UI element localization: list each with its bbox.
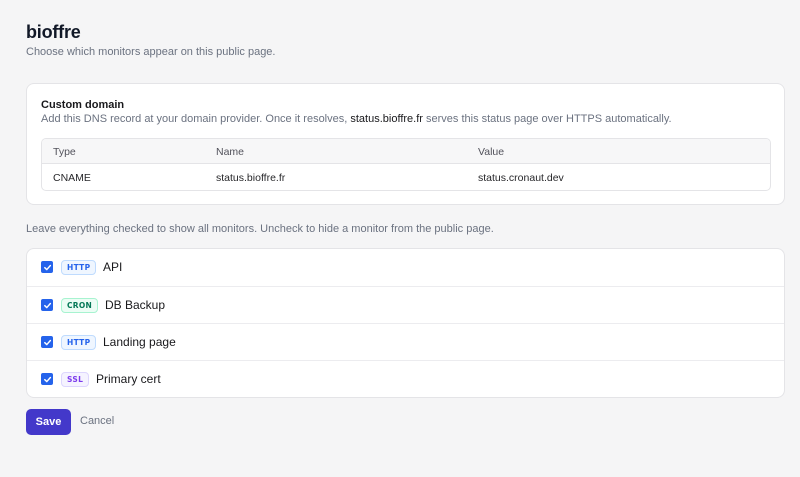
save-button[interactable]: Save: [26, 409, 71, 435]
monitor-type-badge: HTTP: [61, 335, 97, 350]
dns-header-value: Value: [478, 146, 505, 158]
monitor-list: HTTP API CRON DB Backup HTTP Landing pag…: [26, 248, 785, 398]
monitor-checkbox-landing-page[interactable]: [41, 336, 53, 348]
monitor-row-primary-cert[interactable]: SSL Primary cert: [27, 360, 784, 397]
monitor-name: DB Backup: [105, 298, 166, 312]
monitor-name: Primary cert: [96, 372, 161, 386]
custom-domain-description: Add this DNS record at your domain provi…: [41, 113, 672, 125]
dns-record-name: status.bioffre.fr: [216, 172, 286, 184]
page-subtitle: Choose which monitors appear on this pub…: [26, 46, 276, 58]
dns-table-row: CNAME status.bioffre.fr status.cronaut.d…: [42, 164, 770, 190]
cancel-button[interactable]: Cancel: [80, 415, 114, 427]
custom-domain-hostname: status.bioffre.fr: [350, 113, 423, 125]
monitor-type-badge: CRON: [61, 298, 99, 313]
monitor-name: Landing page: [103, 335, 176, 349]
checkmark-icon: [43, 264, 51, 270]
monitor-row-landing-page[interactable]: HTTP Landing page: [27, 323, 784, 360]
dns-header-name: Name: [216, 146, 245, 158]
checkmark-icon: [43, 376, 51, 382]
dns-header-type: Type: [53, 146, 76, 158]
monitor-checkbox-db-backup[interactable]: [41, 299, 53, 311]
monitor-type-badge: HTTP: [61, 260, 97, 275]
custom-domain-desc-before: Add this DNS record at your domain provi…: [41, 113, 348, 125]
monitor-checkbox-primary-cert[interactable]: [41, 373, 53, 385]
monitor-name: API: [103, 260, 123, 274]
page-title: bioffre: [26, 22, 81, 42]
monitors-hint: Leave everything checked to show all mon…: [26, 223, 494, 235]
dns-table-header: Type Name Value: [42, 139, 770, 164]
monitor-row-db-backup[interactable]: CRON DB Backup: [27, 286, 784, 323]
custom-domain-title: Custom domain: [41, 99, 125, 111]
custom-domain-card: Custom domain Add this DNS record at you…: [26, 83, 785, 205]
checkmark-icon: [43, 339, 51, 345]
dns-record-type: CNAME: [53, 172, 91, 184]
monitor-row-api[interactable]: HTTP API: [27, 249, 784, 286]
custom-domain-desc-after: serves this status page over HTTPS autom…: [426, 113, 672, 125]
checkmark-icon: [43, 302, 51, 308]
dns-record-table: Type Name Value CNAME status.bioffre.fr …: [41, 138, 771, 191]
monitor-checkbox-api[interactable]: [41, 261, 53, 273]
status-page-settings: bioffre Choose which monitors appear on …: [0, 0, 800, 477]
monitor-type-badge: SSL: [61, 372, 90, 387]
dns-record-value: status.cronaut.dev: [478, 172, 564, 184]
